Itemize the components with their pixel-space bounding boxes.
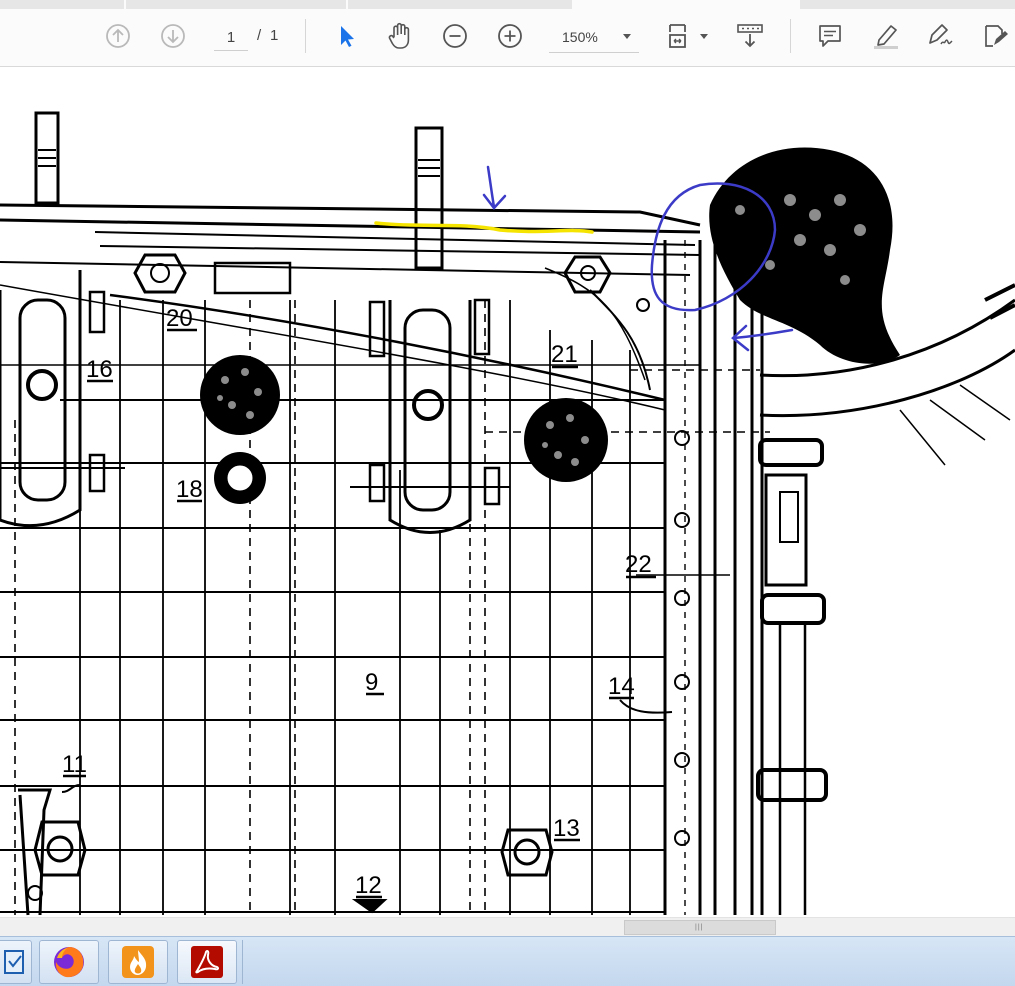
- taskbar-acrobat[interactable]: [177, 940, 237, 984]
- label-11: 11: [62, 751, 87, 778]
- comment-icon: [819, 25, 841, 47]
- label-18: 18: [176, 476, 203, 503]
- zoom-out-button[interactable]: [438, 19, 472, 53]
- prev-page-icon: [106, 24, 130, 48]
- page-number-input[interactable]: [214, 24, 248, 51]
- scrollbar-thumb[interactable]: |||: [624, 920, 776, 935]
- zoom-value: 150%: [562, 29, 598, 45]
- fit-page-button[interactable]: [662, 19, 696, 53]
- label-14: 14: [608, 673, 635, 700]
- label-22: 22: [625, 551, 652, 578]
- label-21: 21: [551, 341, 578, 368]
- zoom-out-icon: [443, 24, 467, 48]
- scroll-mode-icon: [737, 24, 763, 48]
- label-12: 12: [355, 872, 382, 899]
- edit-icon: [985, 25, 1008, 47]
- horizontal-scrollbar[interactable]: |||: [0, 917, 1015, 937]
- sign-icon: [929, 24, 953, 45]
- fit-chevron-icon[interactable]: [700, 34, 708, 39]
- sign-button[interactable]: [923, 19, 957, 53]
- scroll-mode-button[interactable]: [733, 19, 767, 53]
- next-page-icon: [161, 24, 185, 48]
- label-9: 9: [365, 669, 378, 696]
- acrobat-icon: [191, 946, 223, 978]
- hand-tool-button[interactable]: [383, 19, 417, 53]
- tab-strip: [0, 0, 1015, 9]
- flame-app-icon: [122, 946, 154, 978]
- select-tool-button[interactable]: [329, 19, 363, 53]
- zoom-select[interactable]: 150%: [549, 22, 639, 53]
- document-viewport[interactable]: 20 16 21 18 22 9 14 11 13 12: [0, 67, 1015, 917]
- label-16: 16: [86, 356, 113, 383]
- grip-icon: |||: [695, 924, 704, 931]
- technical-drawing: 20 16 21 18 22 9 14 11 13 12: [0, 111, 1015, 916]
- page-total: 1: [270, 27, 279, 44]
- label-20: 20: [166, 305, 193, 332]
- highlight-icon: [874, 25, 898, 49]
- hand-icon: [388, 22, 410, 49]
- edit-button[interactable]: [978, 19, 1012, 53]
- explorer-icon: [4, 950, 24, 974]
- label-13: 13: [553, 815, 580, 842]
- taskbar: [0, 936, 1015, 986]
- highlight-button[interactable]: [869, 19, 903, 53]
- prev-page-button[interactable]: [101, 19, 135, 53]
- taskbar-firefox[interactable]: [39, 940, 99, 984]
- comment-button[interactable]: [813, 19, 847, 53]
- page-separator: /: [257, 27, 262, 44]
- next-page-button[interactable]: [156, 19, 190, 53]
- fit-page-icon: [669, 24, 686, 48]
- zoom-in-icon: [498, 24, 522, 48]
- firefox-icon: [54, 947, 84, 978]
- taskbar-explorer[interactable]: [0, 940, 32, 984]
- toolbar: / 1 150%: [0, 0, 1015, 67]
- select-cursor-icon: [341, 26, 354, 47]
- zoom-in-button[interactable]: [493, 19, 527, 53]
- taskbar-fire-app[interactable]: [108, 940, 168, 984]
- chevron-down-icon: [623, 34, 631, 39]
- blue-arrow-down[interactable]: [482, 165, 507, 210]
